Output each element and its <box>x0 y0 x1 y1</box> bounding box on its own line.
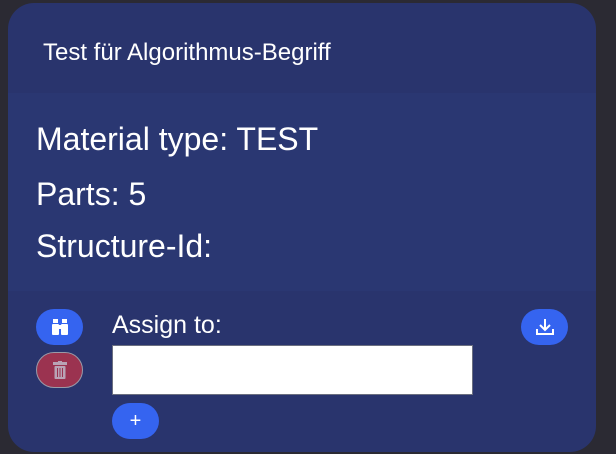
download-button[interactable] <box>521 309 568 345</box>
parts-count: Parts: 5 <box>36 176 147 212</box>
material-type: Material type: TEST <box>36 121 319 157</box>
card-title: Test für Algorithmus-Begriff <box>43 39 331 66</box>
assign-label: Assign to: <box>112 311 222 339</box>
material-card: Test für Algorithmus-Begriff Material ty… <box>8 3 596 452</box>
add-button[interactable]: + <box>112 403 159 439</box>
delete-button[interactable] <box>36 352 83 388</box>
structure-id: Structure-Id: <box>36 228 213 264</box>
card-details: Material type: TEST Parts: 5 Structure-I… <box>8 93 596 291</box>
view-button[interactable] <box>36 309 83 345</box>
assign-input[interactable] <box>112 345 473 395</box>
trash-icon <box>52 361 67 379</box>
download-icon <box>535 319 554 335</box>
binoculars-icon <box>51 319 68 335</box>
card-header: Test für Algorithmus-Begriff <box>8 3 596 93</box>
